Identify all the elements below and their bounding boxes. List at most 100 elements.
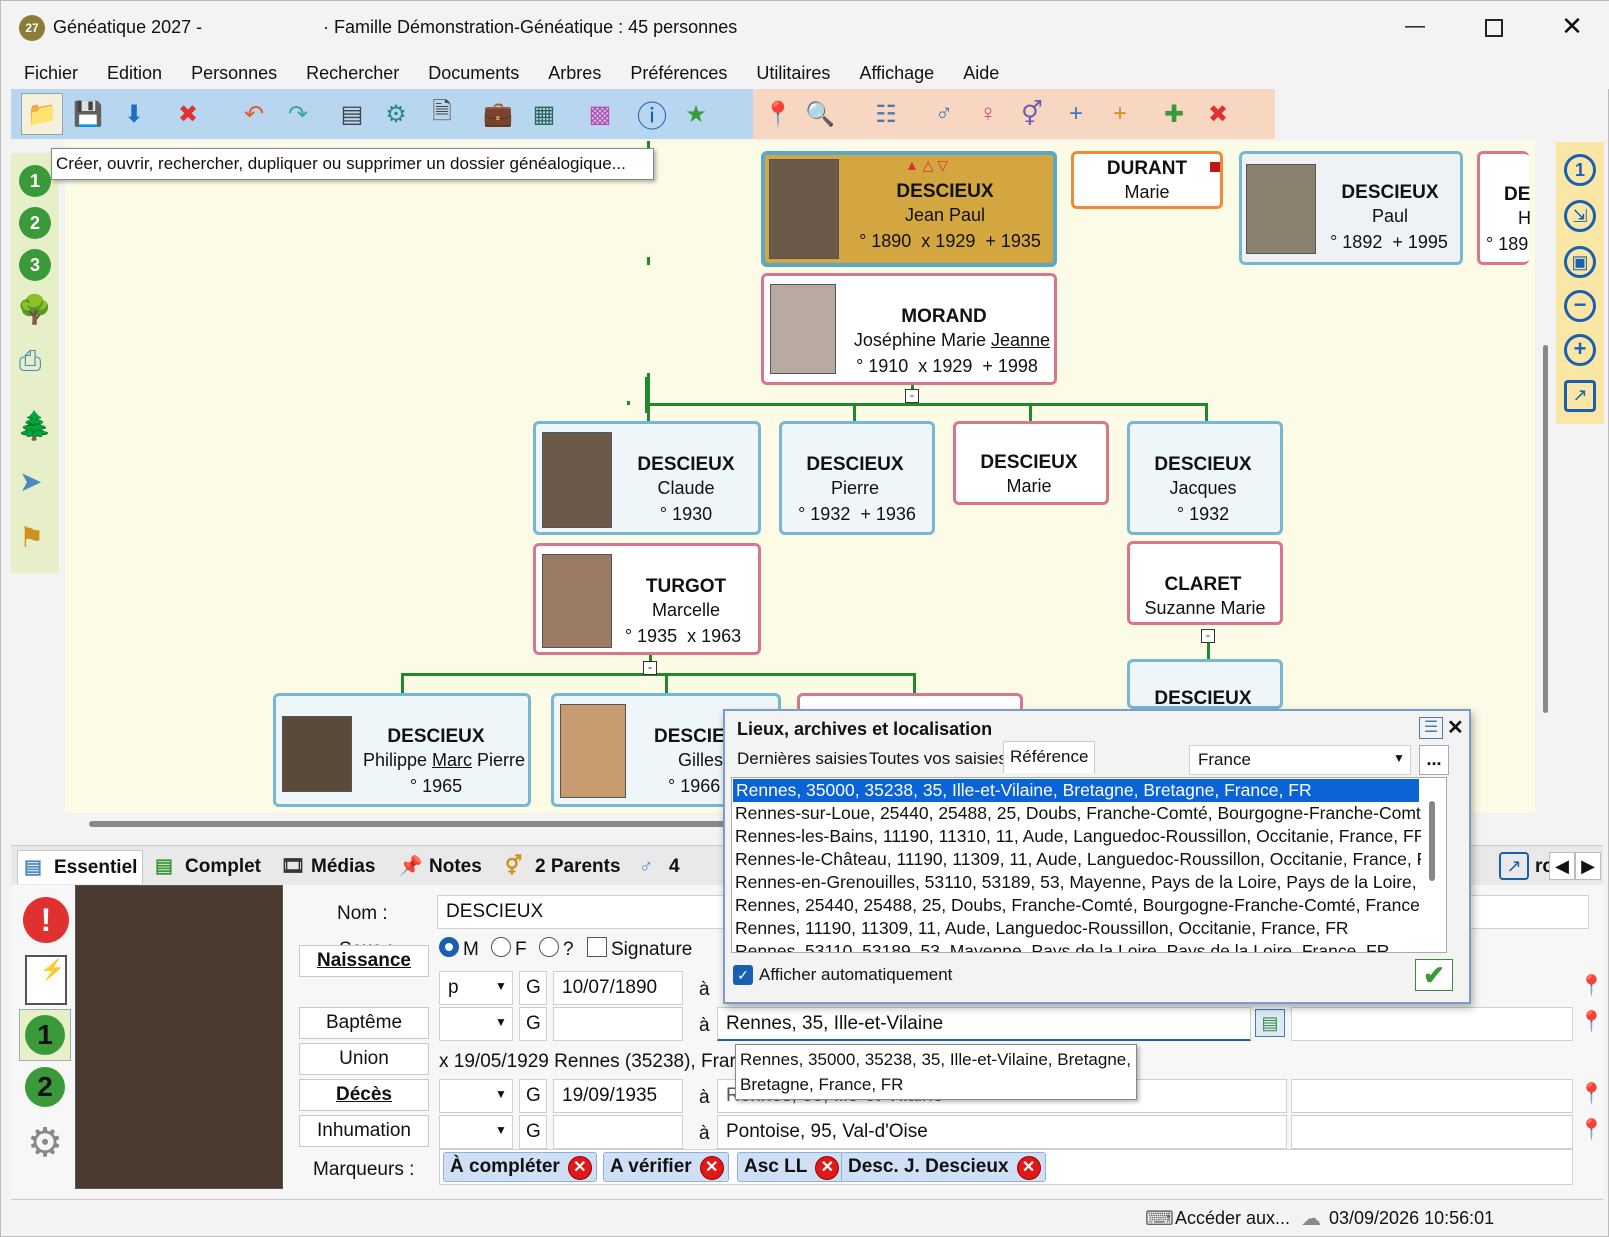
list-item[interactable]: Rennes-sur-Loue, 25440, 25488, 25, Doubs… (735, 802, 1421, 825)
inhumation-extra-field[interactable] (1291, 1115, 1573, 1149)
naissance-button[interactable]: Naissance (299, 945, 429, 977)
add-child-icon[interactable]: + (1055, 93, 1097, 135)
close-icon[interactable]: ✕ (567, 1156, 592, 1180)
menu-fichier[interactable]: Fichier (24, 57, 78, 89)
bapteme-g[interactable]: G (519, 1007, 547, 1041)
person-card-marie[interactable]: DESCIEUX Marie (953, 421, 1109, 505)
gear-icon[interactable]: ⚙ (23, 1121, 67, 1165)
add-father-icon[interactable]: ♂ (923, 93, 965, 135)
map-pin-icon[interactable]: 📍 (1579, 973, 1604, 998)
add-person-icon[interactable]: ✚ (1153, 93, 1195, 135)
vertical-scrollbar[interactable] (1543, 345, 1548, 713)
person-card-durant[interactable]: DURANT Marie (1071, 151, 1223, 209)
tab-complet[interactable]: ▤ Complet (149, 850, 271, 884)
list-item[interactable]: Rennes-en-Grenouilles, 53110, 53189, 53,… (735, 871, 1421, 894)
menu-aide[interactable]: Aide (963, 57, 999, 89)
add-sibling-icon[interactable]: + (1099, 93, 1141, 135)
menu-personnes[interactable]: Personnes (191, 57, 277, 89)
help-icon[interactable]: ⓘ (631, 93, 673, 135)
person-card-claude[interactable]: DESCIEUX Claude ° 1930 (533, 421, 761, 535)
map-pin-icon[interactable]: 📍 (1579, 1009, 1604, 1034)
list-item[interactable]: Rennes, 35000, 35238, 35, Ille-et-Vilain… (733, 779, 1419, 802)
map-pin-icon[interactable]: 📍 (1579, 1081, 1604, 1106)
warning-icon[interactable]: ! (23, 897, 69, 943)
menu-utilitaires[interactable]: Utilitaires (756, 57, 830, 89)
tab-parents[interactable]: ⚥ 2 Parents (499, 850, 629, 884)
union-button[interactable]: Union (299, 1043, 429, 1075)
delete-file-icon[interactable]: ✖ (167, 93, 209, 135)
menu-affichage[interactable]: Affichage (859, 57, 934, 89)
place-autocomplete[interactable]: Rennes, 35000, 35238, 35, Ille-et-Vilain… (735, 1044, 1137, 1100)
tree-network-icon[interactable]: ☷ (865, 93, 907, 135)
list-scrollbar[interactable] (1429, 801, 1435, 881)
inhumation-button[interactable]: Inhumation (299, 1115, 429, 1147)
close-icon[interactable]: ✕ (1447, 715, 1464, 740)
person-card-jacques[interactable]: DESCIEUX Jacques ° 1932 (1127, 421, 1283, 535)
popup-tab-toutes[interactable]: Toutes vos saisies (869, 749, 1007, 769)
tab-scroll-right-button[interactable]: ▶ (1575, 852, 1601, 880)
save-icon[interactable]: 💾 (67, 93, 109, 135)
popup-tab-reference[interactable]: Référence (1003, 741, 1096, 773)
tab-notes[interactable]: 📌 Notes (393, 850, 495, 884)
person-card-morand[interactable]: MORAND Joséphine Marie Jeanne ° 1910 x 1… (761, 273, 1057, 385)
import-icon[interactable]: ⬇ (113, 93, 155, 135)
undo-icon[interactable]: ↶ (233, 93, 275, 135)
person-search-icon[interactable]: 🔍 (799, 93, 841, 135)
add-couple-icon[interactable]: ⚥ (1011, 93, 1053, 135)
person-card-partial[interactable]: DE H ° 189 (1477, 151, 1531, 265)
popup-tab-dernieres[interactable]: Dernières saisies (737, 749, 867, 769)
document-icon[interactable]: 🗎 (421, 93, 463, 135)
close-icon[interactable]: ✕ (699, 1156, 724, 1180)
naissance-g[interactable]: G (519, 971, 547, 1005)
signature-checkbox[interactable] (587, 937, 607, 957)
radio-female[interactable] (491, 937, 511, 957)
bapteme-button[interactable]: Baptême (299, 1007, 429, 1039)
document-flash-icon[interactable]: ⚡ (25, 955, 67, 1005)
naissance-date-field[interactable]: 10/07/1890 (553, 971, 683, 1005)
close-icon[interactable]: ✕ (815, 1156, 840, 1180)
collapse-toggle[interactable]: - (643, 661, 657, 675)
generation-2-icon[interactable]: 2 (19, 207, 51, 239)
minimize-button[interactable]: — (1395, 15, 1435, 43)
inhumation-date-field[interactable] (553, 1115, 683, 1149)
marker-tag[interactable]: À compléter ✕ (443, 1152, 597, 1182)
trees-icon[interactable]: 🌳 (17, 293, 52, 326)
person-card-jacques-child[interactable]: DESCIEUX (1127, 659, 1283, 709)
inhumation-g[interactable]: G (519, 1115, 547, 1149)
deces-extra-field[interactable] (1291, 1079, 1573, 1113)
tab-essentiel[interactable]: ▤ Essentiel (17, 850, 143, 884)
list-item[interactable]: Rennes-le-Château, 11190, 11309, 11, Aud… (735, 848, 1421, 871)
generation-1-icon[interactable]: 1 (19, 165, 51, 197)
person-card-root[interactable]: ▲ △ ▽ DESCIEUX Jean Paul ° 1890 x 1929 +… (761, 151, 1057, 267)
more-options-button[interactable]: ... (1419, 745, 1449, 775)
radio-unknown[interactable] (539, 937, 559, 957)
marker-tag[interactable]: Asc LL ✕ (737, 1152, 845, 1182)
deces-date-field[interactable]: 19/09/1935 (553, 1079, 683, 1113)
maximize-button[interactable] (1485, 19, 1503, 37)
zoom-fit-icon[interactable]: ⇲ (1564, 200, 1596, 232)
menu-preferences[interactable]: Préférences (630, 57, 727, 89)
auto-show-checkbox[interactable]: ✓ (733, 965, 753, 985)
zoom-in-icon[interactable]: + (1564, 334, 1596, 366)
zoom-frame-icon[interactable]: ▣ (1564, 246, 1596, 278)
tab-scroll-left-button[interactable]: ◀ (1549, 852, 1575, 880)
person-card-claret[interactable]: CLARET Suzanne Marie (1127, 541, 1283, 625)
tab-enfants[interactable]: ♂4 Enfar (633, 850, 733, 884)
remove-person-icon[interactable]: ✖ (1197, 93, 1239, 135)
list-item[interactable]: Rennes, 11190, 11309, 11, Aude, Languedo… (735, 917, 1421, 940)
bapteme-place-field[interactable]: Rennes, 35, Ille-et-Vilaine (717, 1007, 1251, 1041)
place-picker-icon[interactable]: ▤ (1255, 1009, 1285, 1037)
person-card-philippe[interactable]: DESCIEUX Philippe Marc Pierre ° 1965 (273, 693, 531, 807)
validate-button[interactable]: ✔ (1415, 959, 1453, 991)
map-pin-icon[interactable]: 📍 (757, 93, 799, 135)
zoom-out-icon[interactable]: − (1564, 290, 1596, 322)
compare-icon[interactable]: ▦ (523, 93, 565, 135)
database-icon[interactable]: ▤ (331, 93, 373, 135)
person-card-paul[interactable]: DESCIEUX Paul ° 1892 + 1995 (1239, 151, 1463, 265)
close-icon[interactable]: ✕ (1016, 1156, 1041, 1180)
close-window-button[interactable]: ✕ (1557, 11, 1587, 41)
external-window-icon[interactable]: ↗ (1564, 380, 1596, 412)
tree-delete-icon[interactable]: 🌲 (17, 409, 52, 442)
menu-rechercher[interactable]: Rechercher (306, 57, 399, 89)
tab-medias[interactable]: 🎞 Médias (275, 850, 387, 884)
